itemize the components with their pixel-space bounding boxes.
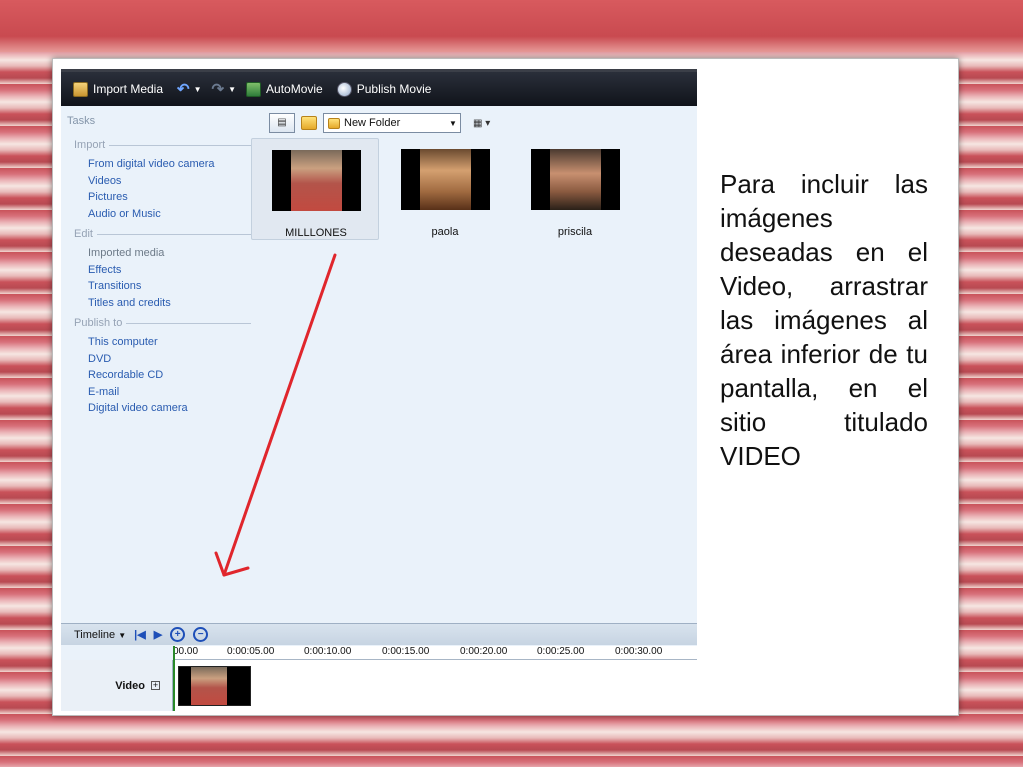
clip-thumbnail xyxy=(191,667,227,705)
rewind-icon[interactable]: |◀ xyxy=(134,628,146,641)
publish-movie-button[interactable]: Publish Movie xyxy=(336,81,432,97)
video-track[interactable] xyxy=(174,660,697,711)
edit-section-heading: Edit xyxy=(74,228,251,240)
automovie-button[interactable]: AutoMovie xyxy=(246,81,323,97)
divider xyxy=(126,322,251,324)
timeline-clip[interactable] xyxy=(178,666,251,706)
movie-maker-screenshot: Import Media ↶ ▼ ↷ ▼ AutoMovie Publish M… xyxy=(61,69,697,711)
task-videos[interactable]: Videos xyxy=(88,173,251,190)
chevron-down-icon: ▼ xyxy=(449,118,457,128)
publish-heading-label: Publish to xyxy=(74,317,123,329)
ruler-tick: 00.00 xyxy=(173,646,199,657)
automovie-label: AutoMovie xyxy=(266,82,323,96)
video-track-header: Video + xyxy=(61,660,173,711)
publish-section-heading: Publish to xyxy=(74,317,251,329)
folder-up-icon[interactable] xyxy=(301,116,317,130)
task-titles-and-credits[interactable]: Titles and credits xyxy=(88,295,251,312)
media-label: paola xyxy=(431,226,459,238)
task-audio-or-music[interactable]: Audio or Music xyxy=(88,206,251,223)
ruler-tick: 0:00:30.00 xyxy=(615,646,663,657)
ruler-tick: 0:00:15.00 xyxy=(382,646,430,657)
media-thumbnail xyxy=(401,149,490,210)
task-pictures[interactable]: Pictures xyxy=(88,189,251,206)
media-item-paola[interactable]: paola xyxy=(381,138,509,240)
import-section-heading: Import xyxy=(74,139,251,151)
ruler-tick: 0:00:05.00 xyxy=(227,646,275,657)
media-item-priscila[interactable]: priscila xyxy=(511,138,639,240)
import-heading-label: Import xyxy=(74,139,106,151)
photo-thumbnail xyxy=(420,149,471,210)
undo-icon[interactable]: ↶ xyxy=(177,80,190,98)
media-label: MILLLONES xyxy=(285,227,347,239)
task-transitions[interactable]: Transitions xyxy=(88,278,251,295)
timeline-toolbar: Timeline ▼ |◀ ▶ + − xyxy=(61,623,697,645)
undo-dropdown-icon[interactable]: ▼ xyxy=(194,85,202,94)
timeline-ruler[interactable]: 00.00 0:00:05.00 0:00:10.00 0:00:15.00 0… xyxy=(173,646,697,660)
show-tasks-button[interactable]: ▤ xyxy=(269,113,295,133)
timeline-dropdown[interactable]: Timeline ▼ xyxy=(74,629,126,641)
tasks-pane: Tasks Import From digital video camera V… xyxy=(61,106,251,626)
zoom-out-icon[interactable]: − xyxy=(193,627,209,642)
task-dvd[interactable]: DVD xyxy=(88,351,251,368)
folder-icon xyxy=(328,117,340,129)
automovie-icon xyxy=(246,81,262,97)
chevron-down-icon: ▼ xyxy=(118,630,127,640)
decorative-top-band xyxy=(0,0,1023,52)
publish-movie-icon xyxy=(336,81,352,97)
zoom-in-icon[interactable]: + xyxy=(170,627,186,642)
divider xyxy=(96,233,251,235)
task-effects[interactable]: Effects xyxy=(88,262,251,279)
slide: Import Media ↶ ▼ ↷ ▼ AutoMovie Publish M… xyxy=(52,58,959,716)
slide-caption: Para incluir las imágenes deseadas en el… xyxy=(720,169,928,471)
media-item-millones[interactable]: MILLLONES xyxy=(251,138,379,240)
edit-heading-label: Edit xyxy=(74,228,93,240)
task-imported-media[interactable]: Imported media xyxy=(88,245,251,262)
ruler-tick: 0:00:20.00 xyxy=(460,646,508,657)
photo-thumbnail xyxy=(291,150,342,211)
media-label: priscila xyxy=(557,226,593,238)
main-toolbar: Import Media ↶ ▼ ↷ ▼ AutoMovie Publish M… xyxy=(61,69,697,106)
task-e-mail[interactable]: E-mail xyxy=(88,384,251,401)
ruler-tick: 0:00:25.00 xyxy=(537,646,585,657)
import-media-button[interactable]: Import Media xyxy=(73,81,164,97)
timeline-label: Timeline xyxy=(74,628,116,641)
tasks-title: Tasks xyxy=(67,115,96,127)
media-thumbnail xyxy=(272,150,361,211)
import-media-icon xyxy=(73,81,88,97)
task-from-digital-video-camera[interactable]: From digital video camera xyxy=(88,156,251,173)
ruler-tick: 0:00:10.00 xyxy=(304,646,352,657)
task-recordable-cd[interactable]: Recordable CD xyxy=(88,367,251,384)
expand-icon[interactable]: + xyxy=(151,681,160,690)
redo-icon[interactable]: ↷ xyxy=(212,80,225,98)
photo-thumbnail xyxy=(550,149,601,210)
import-media-label: Import Media xyxy=(93,82,164,96)
folder-dropdown-value: New Folder xyxy=(344,117,401,129)
media-thumbnail xyxy=(531,149,620,210)
divider xyxy=(109,144,251,146)
content-toolbar: ▤ New Folder ▼ ▦ ▾ xyxy=(269,112,490,134)
folder-dropdown[interactable]: New Folder ▼ xyxy=(323,113,461,133)
video-track-label: Video xyxy=(115,679,145,692)
play-icon[interactable]: ▶ xyxy=(154,628,162,641)
playhead[interactable] xyxy=(173,646,175,711)
view-options-icon[interactable]: ▦ ▾ xyxy=(473,118,490,129)
task-this-computer[interactable]: This computer xyxy=(88,334,251,351)
publish-movie-label: Publish Movie xyxy=(356,82,432,96)
redo-dropdown-icon[interactable]: ▼ xyxy=(228,85,236,94)
task-digital-video-camera[interactable]: Digital video camera xyxy=(88,400,251,417)
